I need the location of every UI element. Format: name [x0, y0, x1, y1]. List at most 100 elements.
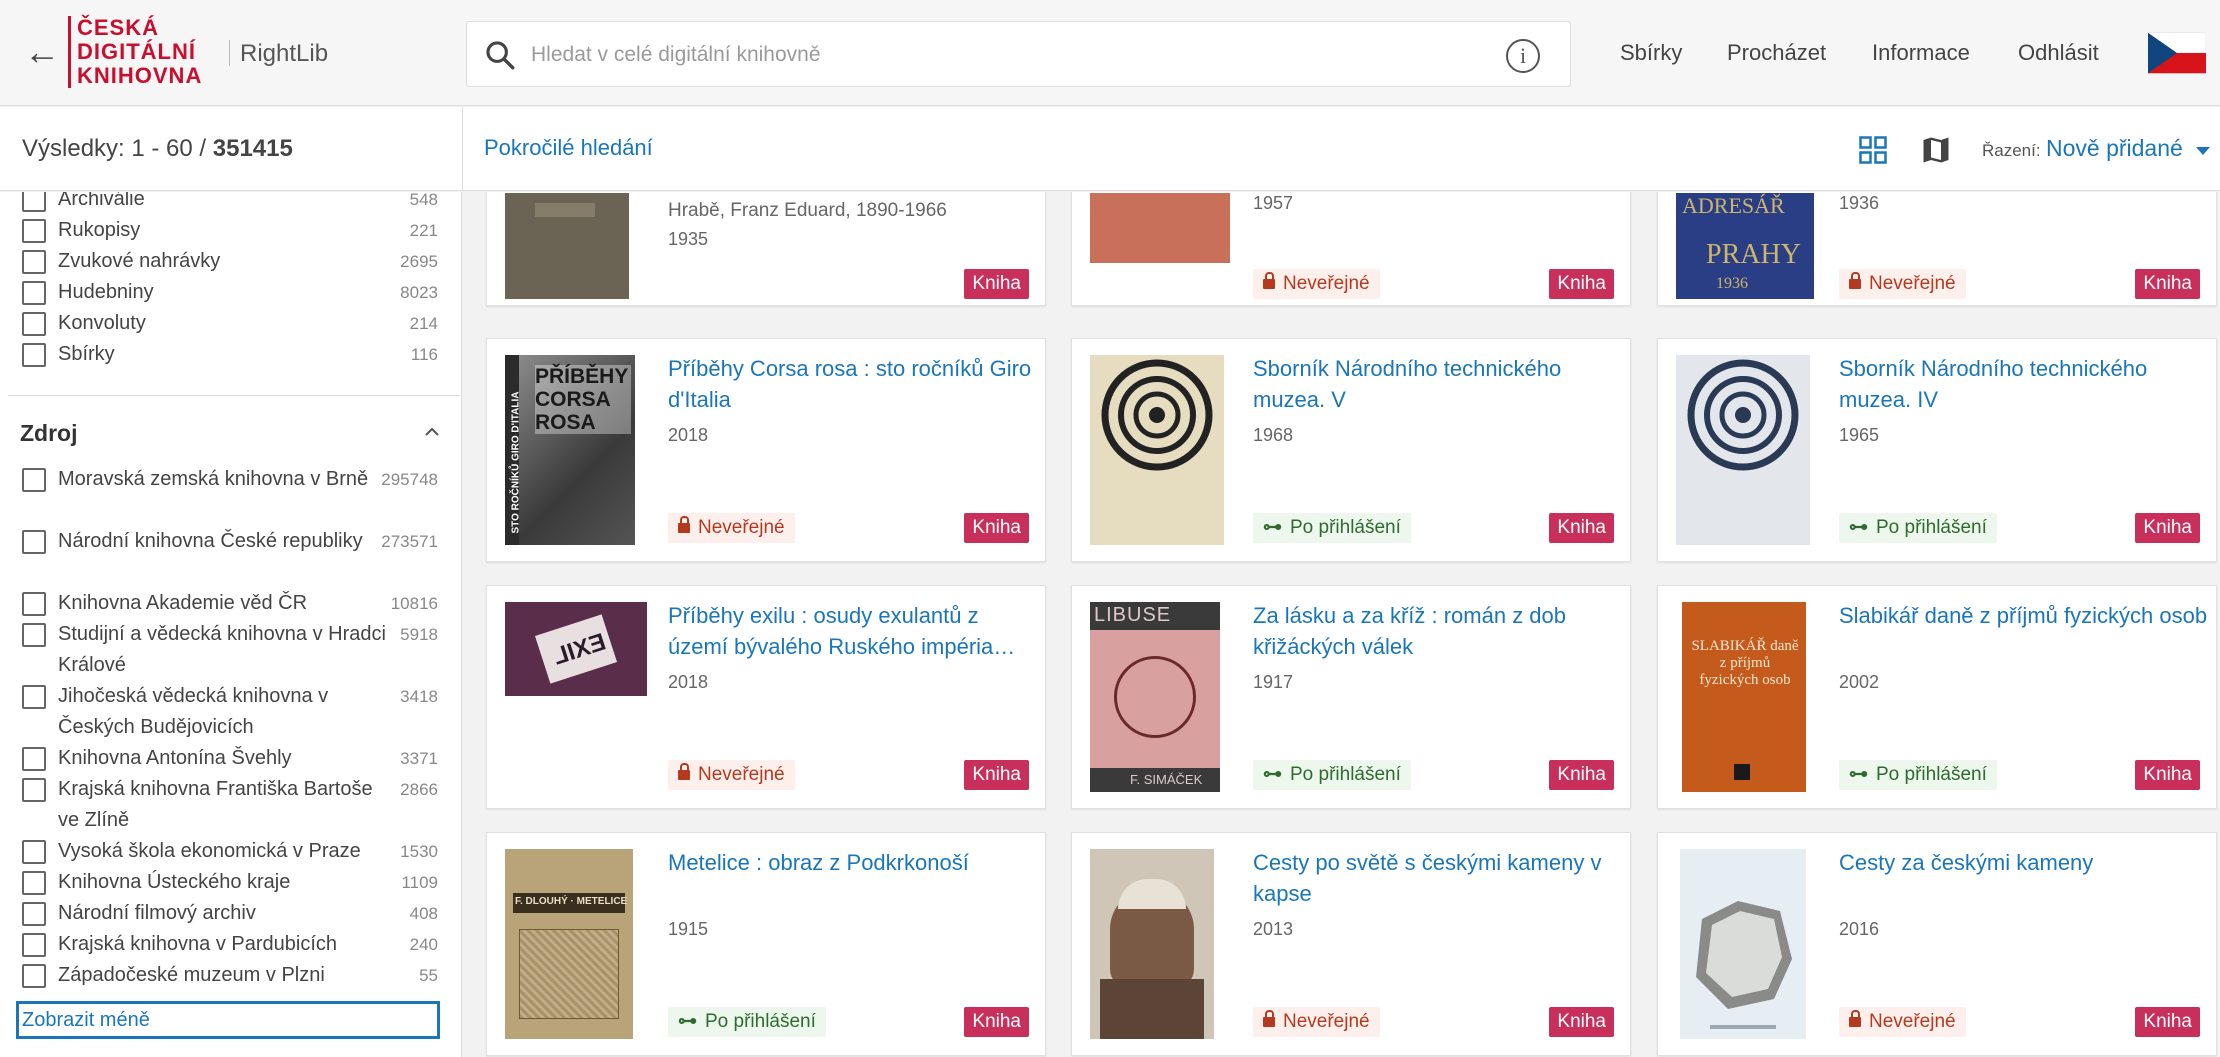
type-badge: Kniha: [2135, 513, 2200, 543]
advanced-search-link[interactable]: Pokročilé hledání: [484, 135, 653, 161]
facet-checkbox[interactable]: [22, 747, 46, 771]
logo-line-1: ČESKÁ: [77, 15, 160, 40]
facet-checkbox[interactable]: [22, 592, 46, 616]
result-card[interactable]: F. DLOUHÝ · METELICE Metelice : obraz z …: [486, 832, 1046, 1056]
facet-checkbox[interactable]: [22, 468, 46, 492]
facet-checkbox[interactable]: [22, 902, 46, 926]
facet-checkbox[interactable]: [22, 871, 46, 895]
grid-view-icon[interactable]: [1858, 135, 1888, 165]
book-cover-thumbnail[interactable]: [1090, 193, 1230, 263]
facet-checkbox[interactable]: [22, 219, 46, 243]
result-card[interactable]: SLABIKÁŘ daně z příjmů fyzických osob Sl…: [1657, 585, 2217, 809]
source-facet-title[interactable]: Zdroj: [20, 420, 78, 447]
facet-checkbox[interactable]: [22, 192, 46, 212]
facet-count: 408: [409, 904, 438, 923]
cdk-logo[interactable]: ČESKÁ DIGITÁLNÍ KNIHOVNA: [68, 16, 202, 88]
card-title[interactable]: Metelice : obraz z Podkrkonoší: [668, 847, 1038, 878]
chevron-up-icon[interactable]: [420, 420, 444, 444]
book-cover-thumbnail[interactable]: [1676, 355, 1810, 545]
card-title[interactable]: Příběhy exilu : osudy exulantů z území b…: [668, 600, 1038, 662]
result-card[interactable]: ADRESÁŘ PRAHY 1936 1936 Neveřejné Kniha: [1657, 192, 2217, 306]
book-cover-thumbnail[interactable]: PŘÍBĚHY CORSA ROSA STO ROČNÍKŮ GIRO D'IT…: [505, 355, 635, 545]
facet-checkbox[interactable]: [22, 840, 46, 864]
facet-checkbox[interactable]: [22, 281, 46, 305]
map-view-icon[interactable]: [1920, 135, 1952, 165]
card-year: 1957: [1253, 193, 1294, 213]
card-title[interactable]: Cesty za českými kameny: [1839, 847, 2209, 878]
back-arrow-icon[interactable]: ←: [22, 32, 62, 72]
facet-checkbox[interactable]: [22, 685, 46, 709]
card-title[interactable]: Příběhy Corsa rosa : sto ročníků Giro d'…: [668, 353, 1038, 415]
facet-count: 116: [410, 345, 438, 364]
facet-count: 240: [409, 935, 438, 954]
lock-icon: [1263, 1010, 1275, 1027]
facet-count: 3418: [400, 687, 438, 706]
facet-count: 2695: [400, 252, 438, 271]
book-cover-thumbnail[interactable]: EXIL: [505, 602, 647, 696]
result-card[interactable]: Cesty po světě s českými kameny v kapse …: [1071, 832, 1631, 1056]
card-year: 2016: [1839, 919, 1880, 939]
book-cover-thumbnail[interactable]: [1090, 849, 1214, 1039]
facet-label: Zvukové nahrávky: [58, 250, 221, 272]
logo-divider: [229, 40, 230, 66]
facet-checkbox[interactable]: [22, 250, 46, 274]
book-cover-thumbnail[interactable]: ADRESÁŘ PRAHY 1936: [1676, 193, 1814, 299]
card-year: 1936: [1839, 193, 1880, 213]
results-count: Výsledky: 1 - 60 / 351415: [22, 135, 293, 162]
info-icon[interactable]: i: [1506, 39, 1540, 73]
facet-checkbox[interactable]: [22, 312, 46, 336]
card-title[interactable]: Slabikář daně z příjmů fyzických osob: [1839, 600, 2209, 631]
access-badge: Neveřejné: [668, 760, 795, 790]
spiral-cover-art: [1101, 359, 1213, 471]
facet-count: 8023: [400, 283, 438, 302]
search-box[interactable]: i: [466, 21, 1571, 87]
result-card[interactable]: 1957 Neveřejné Kniha: [1071, 192, 1631, 306]
stone-cover-art: [1696, 901, 1792, 1029]
book-cover-thumbnail[interactable]: [505, 193, 629, 299]
facet-count: 273571: [381, 532, 438, 551]
book-cover-thumbnail[interactable]: F. DLOUHÝ · METELICE: [505, 849, 633, 1039]
result-card[interactable]: LIBUSE F. SIMÁČEK Za lásku a za kříž : r…: [1071, 585, 1631, 809]
type-badge: Kniha: [1549, 760, 1614, 790]
result-card[interactable]: PŘÍBĚHY CORSA ROSA STO ROČNÍKŮ GIRO D'IT…: [486, 338, 1046, 562]
filter-sidebar[interactable]: Archiválie 548 Rukopisy 221 Zvukové nahr…: [0, 192, 462, 1057]
nav-browse[interactable]: Procházet: [1727, 40, 1826, 66]
access-badge: ⊶ Po přihlášení: [668, 1007, 826, 1037]
type-badge: Kniha: [1549, 269, 1614, 299]
czech-flag-icon[interactable]: [2148, 32, 2206, 74]
book-cover-thumbnail[interactable]: [1090, 355, 1224, 545]
card-title[interactable]: Sborník Národního technického muzea. V: [1253, 353, 1623, 415]
facet-checkbox[interactable]: [22, 933, 46, 957]
card-title[interactable]: Cesty po světě s českými kameny v kapse: [1253, 847, 1623, 909]
facet-checkbox[interactable]: [22, 778, 46, 802]
facet-checkbox[interactable]: [22, 343, 46, 367]
result-card[interactable]: Cesty za českými kameny 2016 Neveřejné K…: [1657, 832, 2217, 1056]
nav-logout[interactable]: Odhlásit: [2018, 40, 2099, 66]
card-year: 2002: [1839, 672, 1880, 692]
facet-count: 1530: [400, 842, 438, 861]
result-card[interactable]: Hrabě, Franz Eduard, 1890-1966 1935 Knih…: [486, 192, 1046, 306]
book-cover-thumbnail[interactable]: LIBUSE F. SIMÁČEK: [1090, 602, 1220, 792]
nav-collections[interactable]: Sbírky: [1620, 40, 1682, 66]
chevron-down-icon[interactable]: [2196, 147, 2210, 155]
access-badge: Neveřejné: [1253, 1007, 1380, 1037]
key-icon: ⊶: [678, 1011, 697, 1032]
facet-checkbox[interactable]: [22, 530, 46, 554]
search-icon[interactable]: [483, 38, 517, 72]
show-less-button[interactable]: Zobrazit méně: [16, 1001, 440, 1039]
search-input[interactable]: [531, 36, 1431, 74]
book-cover-thumbnail[interactable]: SLABIKÁŘ daně z příjmů fyzických osob: [1682, 602, 1806, 792]
result-card[interactable]: Sborník Národního technického muzea. IV …: [1657, 338, 2217, 562]
result-card[interactable]: Sborník Národního technického muzea. V 1…: [1071, 338, 1631, 562]
book-cover-thumbnail[interactable]: [1680, 849, 1806, 1039]
access-badge: ⊶ Po přihlášení: [1253, 760, 1411, 790]
facet-checkbox[interactable]: [22, 964, 46, 988]
card-title[interactable]: Za lásku a za kříž : román z dob křižáck…: [1253, 600, 1623, 662]
facet-checkbox[interactable]: [22, 623, 46, 647]
result-card[interactable]: EXIL Příběhy exilu : osudy exulantů z úz…: [486, 585, 1046, 809]
card-year: 2013: [1253, 919, 1294, 939]
sort-dropdown[interactable]: Nově přidané: [2046, 135, 2183, 162]
card-title[interactable]: Sborník Národního technického muzea. IV: [1839, 353, 2209, 415]
nav-information[interactable]: Informace: [1872, 40, 1970, 66]
type-badge: Kniha: [2135, 760, 2200, 790]
